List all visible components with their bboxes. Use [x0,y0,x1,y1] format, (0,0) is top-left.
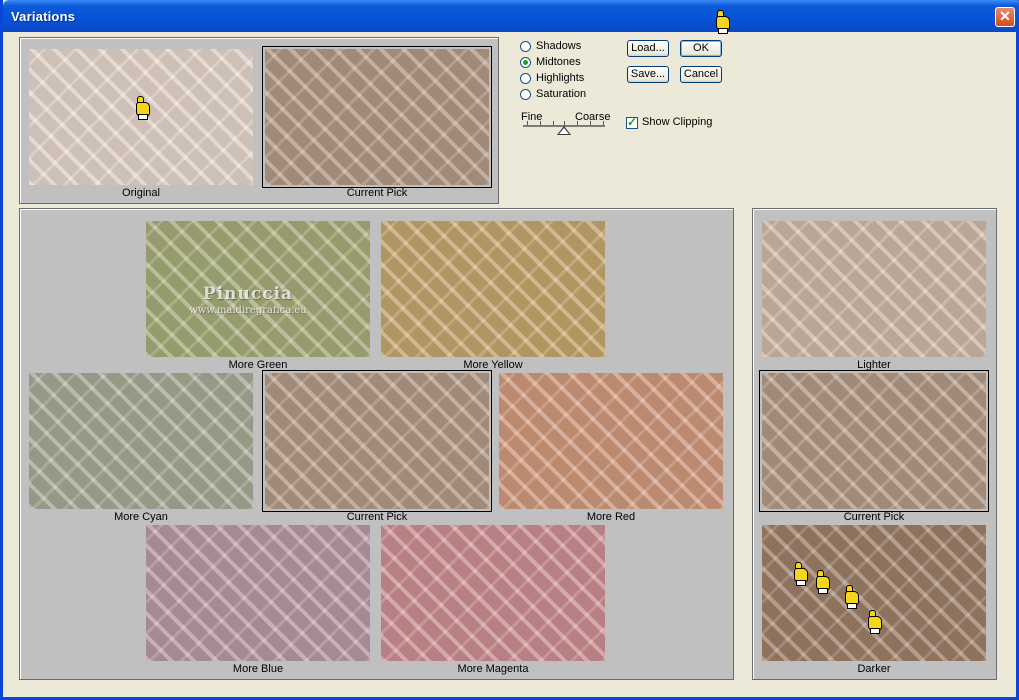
show-clipping-label: Show Clipping [642,116,713,128]
window-title: Variations [11,9,76,24]
save-button[interactable]: Save... [627,66,669,83]
more-red-label: More Red [586,511,636,523]
more-blue-label: More Blue [232,663,284,675]
load-button[interactable]: Load... [627,40,669,57]
cancel-button[interactable]: Cancel [680,66,722,83]
darker-label: Darker [857,663,891,675]
current-pick-brightness-thumb[interactable] [759,370,989,512]
more-yellow-label: More Yellow [463,359,523,371]
current-pick-color-label: Current Pick [346,511,408,523]
watermark: Pinuccia www.maidiregrafica.eu [189,284,307,316]
more-yellow-thumb[interactable] [381,221,605,357]
original-label: Original [122,187,160,199]
pointing-hand-icon [816,570,830,594]
darker-thumb[interactable] [762,525,986,661]
pointing-hand-icon [868,610,882,634]
pointing-hand-icon [845,585,859,609]
slider-coarse-label: Coarse [575,111,611,123]
close-icon: ✕ [999,8,1011,24]
more-magenta-thumb[interactable] [381,525,605,661]
pointing-hand-icon [794,562,808,586]
pointing-hand-icon [136,96,150,120]
more-blue-thumb[interactable] [146,525,370,661]
more-cyan-label: More Cyan [114,511,168,523]
current-pick-brightness-label: Current Pick [843,511,905,523]
current-pick-color-thumb[interactable] [262,370,492,512]
current-pick-preview-label: Current Pick [346,187,408,199]
title-bar[interactable]: Variations ✕ [3,0,1019,32]
more-green-label: More Green [228,359,288,371]
more-cyan-thumb[interactable] [29,373,253,509]
show-clipping-checkbox[interactable] [626,115,638,129]
ok-button[interactable]: OK [680,40,722,57]
pointing-hand-icon [716,10,730,34]
more-magenta-label: More Magenta [457,663,529,675]
close-button[interactable]: ✕ [995,7,1015,27]
fine-coarse-slider-thumb[interactable] [557,126,571,135]
lighter-label: Lighter [857,359,891,371]
lighter-thumb[interactable] [762,221,986,357]
current-pick-preview [262,46,492,188]
more-red-thumb[interactable] [499,373,723,509]
